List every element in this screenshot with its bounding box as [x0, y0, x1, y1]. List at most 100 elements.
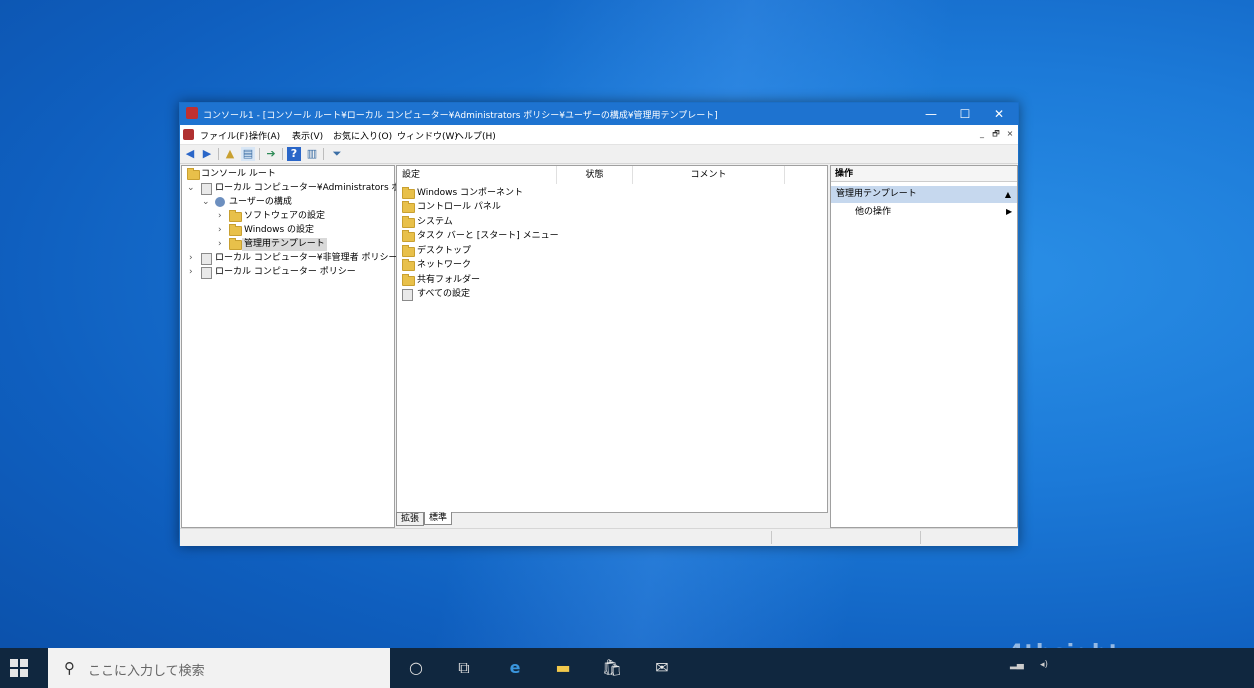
- minimize-button[interactable]: —: [914, 103, 948, 125]
- chevron-right-icon[interactable]: ›: [218, 210, 222, 223]
- tab-standard[interactable]: 標準: [424, 512, 453, 525]
- folder-icon: [187, 168, 200, 180]
- actions-title: 操作: [831, 166, 1017, 182]
- list-item-label: デスクトップ: [417, 246, 472, 256]
- title-bar[interactable]: コンソール1 - [コンソール ルート¥ローカル コンピューター¥Adminis…: [180, 103, 1018, 125]
- taskbar: ⚲ ここに入力して検索 ○ ⧉ e ▬ 🛍 ✉ ▂▄ ◂): [0, 648, 1254, 688]
- folder-icon: [402, 230, 415, 242]
- policy-icon: [201, 267, 212, 279]
- actions-section-label: 管理用テンプレート: [836, 189, 917, 199]
- export-list-icon[interactable]: ➔: [264, 147, 278, 161]
- tree-item-label: ユーザーの構成: [229, 197, 292, 207]
- actions-pane: 操作 管理用テンプレート ▲ 他の操作 ▶: [830, 165, 1018, 528]
- back-arrow-icon[interactable]: ◀: [183, 147, 197, 161]
- show-hide-action-pane-icon[interactable]: ▥: [305, 147, 319, 161]
- list-item-label: ネットワーク: [417, 260, 472, 270]
- list-item-label: システム: [417, 217, 453, 227]
- toolbar-separator: [259, 148, 260, 160]
- folder-icon: [402, 216, 415, 228]
- search-placeholder: ここに入力して検索: [88, 664, 205, 679]
- tray-network-icon[interactable]: ▂▄: [1010, 660, 1024, 670]
- menu-view[interactable]: 表示(V): [292, 129, 323, 142]
- mail-icon[interactable]: ✉: [650, 656, 674, 680]
- chevron-down-icon[interactable]: ⌄: [187, 182, 195, 195]
- show-hide-tree-icon[interactable]: ▤: [241, 147, 255, 161]
- mdi-close-button[interactable]: ×: [1004, 128, 1016, 140]
- actions-section-header[interactable]: 管理用テンプレート ▲: [831, 186, 1017, 203]
- user-icon: [215, 197, 225, 207]
- column-header-comment[interactable]: コメント: [633, 166, 785, 184]
- chevron-down-icon[interactable]: ⌄: [202, 196, 210, 209]
- chevron-right-icon[interactable]: ›: [189, 266, 193, 279]
- column-header-state[interactable]: 状態: [557, 166, 633, 184]
- actions-more-item[interactable]: 他の操作: [855, 204, 891, 220]
- tree-item-label: ローカル コンピューター¥非管理者 ポリシー: [215, 253, 398, 263]
- tree-item-label: コンソール ルート: [201, 169, 276, 179]
- list-item-label: 共有フォルダー: [417, 275, 481, 285]
- mmc-window: コンソール1 - [コンソール ルート¥ローカル コンピューター¥Adminis…: [179, 102, 1019, 546]
- list-item-label: Windows コンポーネント: [417, 188, 524, 198]
- policy-icon: [201, 253, 212, 265]
- status-divider: [771, 531, 772, 544]
- folder-icon: [402, 259, 415, 271]
- maximize-button[interactable]: ☐: [948, 103, 982, 125]
- folder-icon: [229, 210, 242, 222]
- details-list: 設定 状態 コメント Windows コンポーネント コントロール パネル シス…: [396, 165, 828, 513]
- edge-icon[interactable]: e: [503, 656, 527, 680]
- start-button[interactable]: [10, 659, 28, 677]
- task-view-icon[interactable]: ⧉: [452, 656, 476, 680]
- menu-bar: ファイル(F) 操作(A) 表示(V) お気に入り(O) ウィンドウ(W) ヘル…: [180, 125, 1018, 145]
- policy-icon: [201, 183, 212, 195]
- tree-item-label: 管理用テンプレート: [242, 238, 327, 251]
- close-button[interactable]: ✕: [982, 103, 1016, 125]
- windows-logo-icon: [10, 669, 18, 677]
- toolbar: ◀ ▶ ▲ ▤ ➔ ? ▥ ⏷: [180, 145, 1018, 164]
- console-tree: コンソール ルート ⌄ ローカル コンピューター¥Administrators …: [181, 165, 428, 528]
- chevron-right-icon[interactable]: ›: [189, 252, 193, 265]
- column-header-setting[interactable]: 設定: [397, 166, 557, 184]
- tree-item-label: Windows の設定: [244, 225, 315, 235]
- list-item-label: タスク バーと [スタート] メニュー: [417, 231, 559, 241]
- folder-icon: [402, 274, 415, 286]
- cortana-icon[interactable]: ○: [404, 656, 428, 680]
- status-bar: [180, 528, 1018, 546]
- store-icon[interactable]: 🛍: [600, 656, 624, 680]
- mmc-app-icon: [186, 107, 198, 119]
- folder-icon: [402, 187, 415, 199]
- tray-volume-icon[interactable]: ◂): [1040, 660, 1048, 670]
- mdi-minimize-button[interactable]: _: [976, 128, 988, 140]
- file-explorer-icon[interactable]: ▬: [551, 656, 575, 680]
- taskbar-search-box[interactable]: ⚲ ここに入力して検索: [48, 648, 390, 688]
- menu-help[interactable]: ヘルプ(H): [455, 129, 496, 142]
- filter-icon[interactable]: ⏷: [330, 147, 344, 161]
- status-divider: [920, 531, 921, 544]
- windows-logo-icon: [10, 659, 18, 667]
- help-icon[interactable]: ?: [287, 147, 301, 161]
- more-actions-label: 他の操作: [855, 207, 892, 217]
- window-title: コンソール1 - [コンソール ルート¥ローカル コンピューター¥Adminis…: [203, 111, 718, 121]
- toolbar-separator: [218, 148, 219, 160]
- menu-action[interactable]: 操作(A): [249, 129, 280, 142]
- settings-list-icon: [402, 289, 413, 301]
- chevron-right-icon[interactable]: ›: [218, 238, 222, 251]
- tab-extended[interactable]: 拡張: [396, 512, 425, 526]
- chevron-right-icon[interactable]: ›: [218, 224, 222, 237]
- list-item-label: すべての設定: [417, 289, 471, 299]
- toolbar-separator: [323, 148, 324, 160]
- windows-logo-icon: [20, 669, 28, 677]
- up-folder-icon[interactable]: ▲: [223, 147, 237, 161]
- mdi-restore-button[interactable]: 🗗: [990, 128, 1002, 140]
- menu-window[interactable]: ウィンドウ(W): [397, 129, 458, 142]
- forward-arrow-icon[interactable]: ▶: [200, 147, 214, 161]
- search-icon: ⚲: [64, 659, 75, 677]
- menu-favorites[interactable]: お気に入り(O): [333, 129, 392, 142]
- tree-item-label: ソフトウェアの設定: [244, 211, 326, 221]
- collapse-up-icon[interactable]: ▲: [1005, 186, 1011, 203]
- console-icon[interactable]: [183, 129, 194, 140]
- menu-file[interactable]: ファイル(F): [200, 129, 248, 142]
- submenu-arrow-icon: ▶: [1006, 207, 1013, 216]
- folder-icon: [229, 224, 242, 236]
- tree-item-label: ローカル コンピューター ポリシー: [215, 267, 356, 277]
- folder-icon: [402, 245, 415, 257]
- folder-icon: [402, 201, 415, 213]
